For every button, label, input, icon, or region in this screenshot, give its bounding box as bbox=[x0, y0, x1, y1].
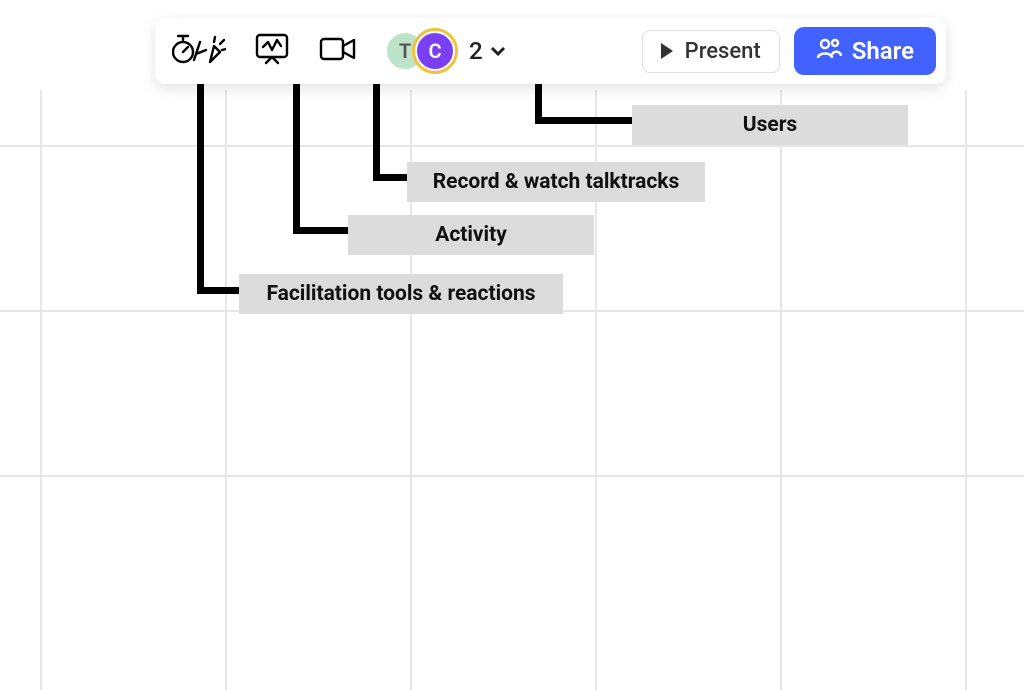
avatar: C bbox=[415, 31, 455, 71]
facilitation-tools-button[interactable] bbox=[169, 27, 229, 75]
present-label: Present bbox=[685, 39, 761, 64]
video-camera-icon bbox=[319, 35, 357, 67]
talktrack-button[interactable] bbox=[315, 27, 361, 75]
avatar-initial: C bbox=[428, 39, 441, 63]
callout-activity: Activity bbox=[348, 215, 594, 255]
avatar-initial: T bbox=[399, 39, 411, 63]
user-count-number: 2 bbox=[469, 37, 483, 65]
callout-users: Users bbox=[632, 105, 908, 145]
connector-line bbox=[293, 84, 300, 234]
callout-talktracks: Record & watch talktracks bbox=[407, 162, 705, 202]
connector-line bbox=[373, 84, 380, 181]
share-label: Share bbox=[852, 37, 914, 65]
share-button[interactable]: Share bbox=[794, 27, 936, 75]
activity-icon bbox=[254, 32, 290, 70]
user-count-dropdown[interactable]: 2 bbox=[469, 37, 507, 65]
present-button[interactable]: Present bbox=[642, 30, 780, 73]
people-icon bbox=[816, 37, 852, 65]
connector-line bbox=[373, 174, 411, 181]
user-avatars[interactable]: T C bbox=[385, 31, 455, 71]
connector-line bbox=[535, 117, 633, 124]
facilitation-tools-icon bbox=[172, 32, 226, 70]
connector-line bbox=[197, 84, 204, 294]
connector-line bbox=[197, 287, 245, 294]
chevron-down-icon bbox=[489, 45, 507, 57]
callout-facilitation: Facilitation tools & reactions bbox=[239, 274, 563, 314]
play-icon bbox=[661, 43, 673, 59]
activity-button[interactable] bbox=[249, 27, 295, 75]
top-toolbar: T C 2 Present Share bbox=[155, 18, 946, 84]
connector-line bbox=[293, 227, 353, 234]
